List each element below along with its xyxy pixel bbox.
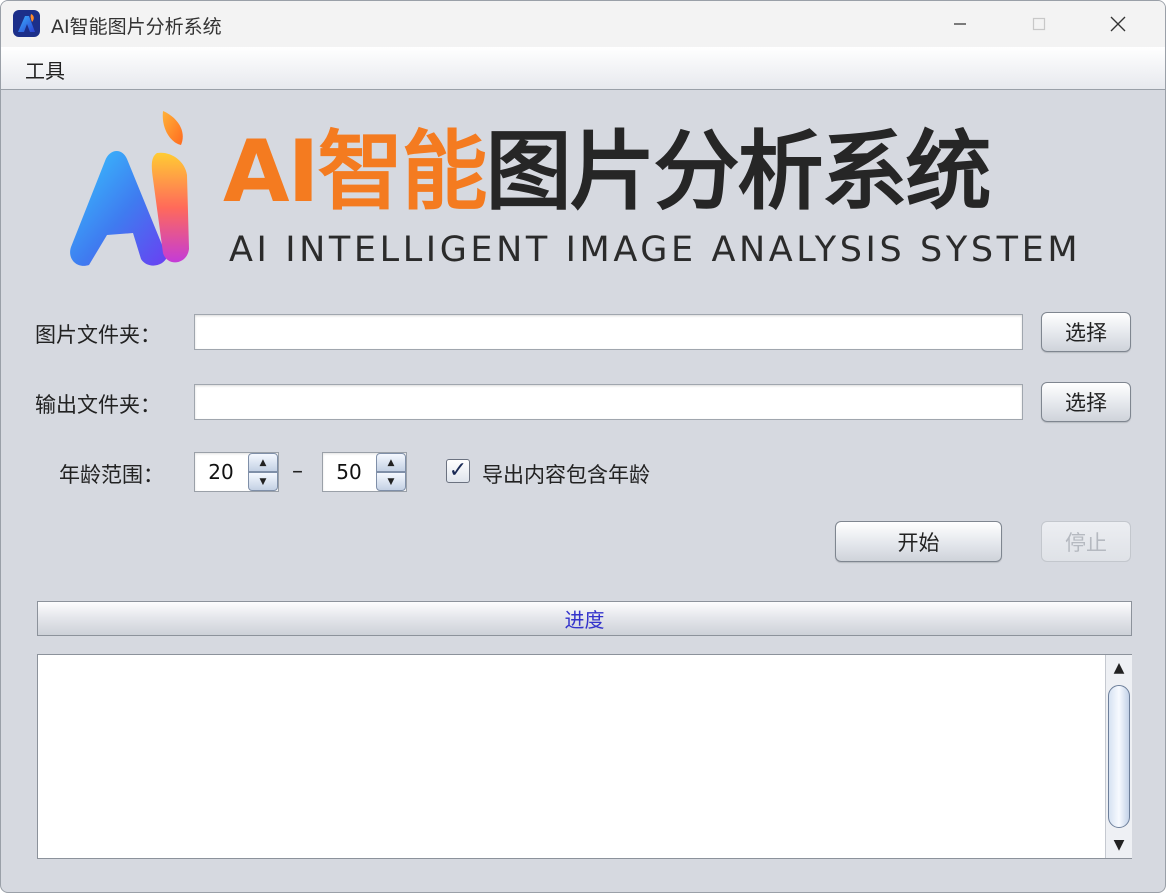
age-min-increment-button[interactable]: ▲ [248, 453, 278, 472]
close-icon [1110, 16, 1126, 32]
output-folder-select-button[interactable]: 选择 [1041, 382, 1131, 422]
progress-bar: 进度 [37, 601, 1132, 636]
age-max-value[interactable]: 50 [323, 453, 375, 491]
logo-title-cn: AI智能图片分析系统 [223, 129, 992, 215]
app-logo-icon [13, 10, 40, 37]
minimize-button[interactable] [921, 1, 999, 47]
checkmark-icon: ✓ [448, 458, 468, 483]
arrow-down-icon: ▼ [259, 476, 267, 487]
progress-label: 进度 [564, 608, 605, 632]
minimize-icon [954, 23, 966, 25]
age-max-increment-button[interactable]: ▲ [376, 453, 406, 472]
age-max-decrement-button[interactable]: ▼ [376, 472, 406, 491]
title-bar[interactable]: AI智能图片分析系统 [1, 1, 1165, 47]
age-range-label: 年龄范围： [59, 463, 164, 487]
image-folder-select-button[interactable]: 选择 [1041, 312, 1131, 352]
output-folder-label: 输出文件夹： [35, 393, 161, 417]
menu-item-tools[interactable]: 工具 [25, 55, 65, 84]
age-range-separator: – [292, 459, 303, 484]
menu-bar: 工具 [1, 47, 1165, 90]
logo-title-cn-orange: AI智能 [223, 122, 488, 222]
scroll-thumb[interactable] [1108, 685, 1130, 828]
log-scrollbar[interactable]: ▲ ▼ [1105, 655, 1132, 858]
arrow-down-icon: ▼ [1113, 837, 1125, 853]
arrow-up-icon: ▲ [259, 457, 267, 468]
close-button[interactable] [1079, 1, 1157, 47]
include-age-checkbox[interactable]: ✓ [446, 459, 470, 483]
include-age-label[interactable]: 导出内容包含年龄 [482, 459, 650, 489]
age-min-decrement-button[interactable]: ▼ [248, 472, 278, 491]
image-folder-label: 图片文件夹： [35, 323, 161, 347]
output-folder-input[interactable] [194, 384, 1023, 420]
scroll-down-button[interactable]: ▼ [1106, 832, 1132, 858]
maximize-icon [1032, 17, 1046, 31]
app-window: AI智能图片分析系统 工具 AI智能图片分析系统 AI INTELLIGENT … [0, 0, 1166, 893]
window-title: AI智能图片分析系统 [51, 16, 222, 38]
age-min-spinner[interactable]: 20 ▲ ▼ [194, 452, 279, 492]
scroll-up-button[interactable]: ▲ [1106, 655, 1132, 681]
arrow-up-icon: ▲ [1113, 660, 1125, 676]
arrow-up-icon: ▲ [387, 457, 395, 468]
ai-logo-icon [70, 111, 189, 266]
logo-title-en: AI INTELLIGENT IMAGE ANALYSIS SYSTEM [229, 230, 1082, 270]
age-min-value[interactable]: 20 [195, 453, 247, 491]
maximize-button[interactable] [1000, 1, 1078, 47]
start-button[interactable]: 开始 [835, 521, 1002, 562]
log-panel: ▲ ▼ [37, 654, 1132, 859]
age-max-spinner[interactable]: 50 ▲ ▼ [322, 452, 407, 492]
image-folder-input[interactable] [194, 314, 1023, 350]
stop-button[interactable]: 停止 [1041, 521, 1131, 562]
logo-title-cn-dark: 图片分析系统 [485, 122, 992, 222]
arrow-down-icon: ▼ [387, 476, 395, 487]
log-textarea[interactable] [38, 655, 1104, 858]
